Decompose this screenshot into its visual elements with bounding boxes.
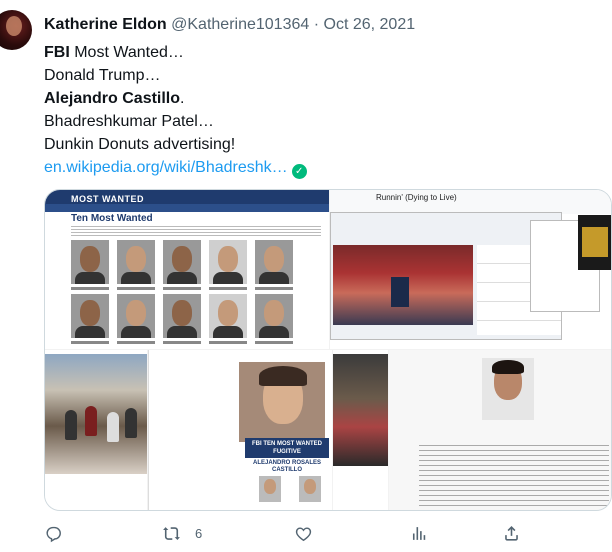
castillo-poster-screenshot[interactable]: FBI TEN MOST WANTED FUGITIVE ALEJANDRO R… — [148, 350, 332, 510]
tweet-date[interactable]: Oct 26, 2021 — [324, 16, 416, 33]
rally-video-screenshot[interactable]: Runnin' (Dying to Live) — [330, 190, 611, 349]
reply-icon — [46, 526, 61, 542]
fbi-nav-bar — [45, 204, 329, 212]
castillo-photo — [239, 362, 325, 442]
reply-button[interactable] — [44, 520, 63, 546]
mugshot-caption — [209, 287, 247, 290]
share-icon — [505, 525, 518, 541]
mugshot — [71, 240, 109, 284]
text-castillo: Alejandro Castillo — [44, 90, 181, 107]
mugshot-caption — [163, 287, 201, 290]
retweet-icon — [163, 526, 180, 540]
author-handle[interactable]: @Katherine101364 — [171, 16, 309, 33]
wiki-song-title: Runnin' (Dying to Live) — [376, 193, 457, 202]
author-name[interactable]: Katherine Eldon — [44, 16, 167, 33]
wiki-header — [330, 190, 611, 214]
text-line-6: en.wikipedia.org/wiki/Bhadreshk… ✓ — [44, 156, 604, 179]
fbi-intro-text — [71, 226, 321, 236]
text-line-5: Dunkin Donuts advertising! — [44, 136, 236, 153]
mugshot — [255, 294, 293, 338]
mugshot — [163, 294, 201, 338]
second-video-frame — [333, 354, 388, 466]
mugshot-trump — [117, 240, 155, 284]
wikipedia-link[interactable]: en.wikipedia.org/wiki/Bhadreshk… — [44, 159, 288, 176]
mugshot-caption — [117, 287, 155, 290]
text-fbi: FBI — [44, 44, 70, 61]
figure — [125, 408, 137, 438]
like-button[interactable] — [294, 520, 313, 546]
mugshot — [259, 476, 281, 502]
figure — [85, 406, 97, 436]
second-video-screenshot[interactable] — [333, 350, 388, 510]
ten-most-wanted-heading: Ten Most Wanted — [71, 213, 153, 224]
mugshot-caption — [255, 341, 293, 344]
mugshot — [255, 240, 293, 284]
tweet-header: Katherine Eldon @Katherine101364 · Oct 2… — [44, 16, 415, 34]
separator-dot: · — [313, 16, 320, 33]
mugshot-caption — [163, 341, 201, 344]
fugitive-name: ALEJANDRO ROSALES CASTILLO — [252, 460, 321, 473]
mugshot-caption — [71, 341, 109, 344]
views-icon — [412, 526, 426, 540]
mugshot-caption — [255, 287, 293, 290]
patel-article-screenshot[interactable] — [389, 350, 611, 510]
figure — [107, 412, 119, 442]
text-line-2: Donald Trump… — [44, 67, 161, 84]
avatar[interactable] — [0, 10, 32, 50]
retweet-button[interactable]: 6 — [162, 520, 202, 546]
tweet-actions: 6 — [44, 520, 612, 550]
text-most-wanted: Most Wanted… — [69, 44, 184, 61]
fbi-header-title: MOST WANTED — [71, 194, 144, 204]
mugshot — [209, 294, 247, 338]
views-button[interactable] — [409, 520, 428, 546]
street-video-screenshot[interactable] — [45, 350, 147, 510]
mugshot — [299, 476, 321, 502]
fbi-most-wanted-screenshot[interactable]: MOST WANTED Ten Most Wanted — [45, 190, 329, 349]
mugshot — [209, 240, 247, 284]
text-line-1: FBI Most Wanted… — [44, 41, 604, 64]
verified-check-icon: ✓ — [291, 164, 307, 179]
share-button[interactable] — [502, 520, 521, 546]
podium — [391, 277, 409, 307]
album-cover-thumb — [578, 215, 611, 270]
like-icon — [295, 526, 312, 541]
patel-photo — [482, 358, 534, 420]
article-text-block — [419, 445, 609, 510]
text-line-4: Bhadreshkumar Patel… — [44, 113, 214, 130]
browser-window — [330, 212, 562, 340]
tweet-text: FBI Most Wanted… Donald Trump… Alejandro… — [44, 41, 604, 179]
mugshot-caption — [117, 341, 155, 344]
retweet-count: 6 — [195, 525, 203, 541]
fugitive-banner: FBI TEN MOST WANTED FUGITIVE — [245, 438, 329, 458]
mugshot-caption — [71, 287, 109, 290]
text-line-3: Alejandro Castillo. — [44, 87, 604, 110]
figure — [65, 410, 77, 440]
mugshot-caption — [209, 341, 247, 344]
mugshot — [71, 294, 109, 338]
mugshot — [117, 294, 155, 338]
text-period: . — [180, 90, 185, 107]
mugshot — [163, 240, 201, 284]
media-collage[interactable]: MOST WANTED Ten Most Wanted Runnin' (Dyi… — [44, 189, 612, 511]
